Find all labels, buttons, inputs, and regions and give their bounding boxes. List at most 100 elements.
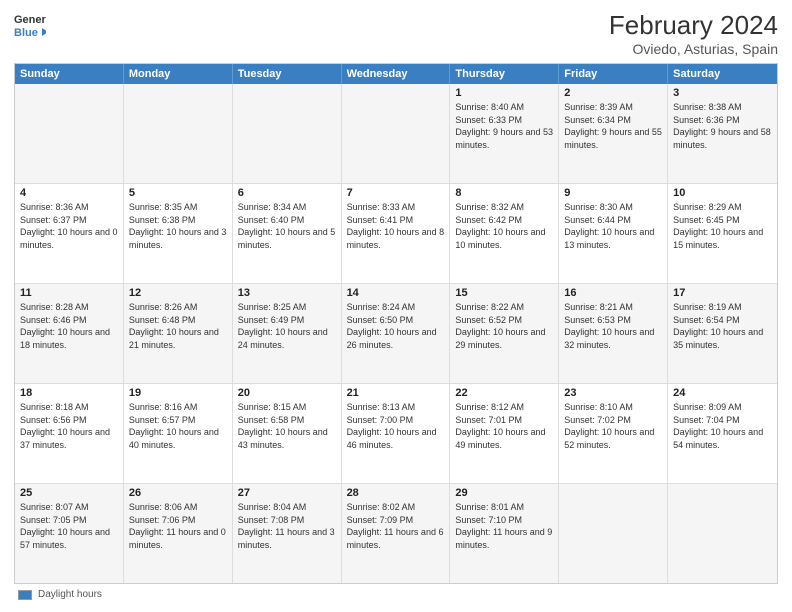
- calendar-cell: 5 Sunrise: 8:35 AM Sunset: 6:38 PM Daylig…: [124, 184, 233, 283]
- cell-date: 15: [455, 287, 553, 299]
- cell-date: 24: [673, 387, 772, 399]
- calendar-cell: 14Sunrise: 8:24 AM Sunset: 6:50 PM Dayli…: [342, 284, 451, 383]
- calendar-row-1: 4 Sunrise: 8:36 AM Sunset: 6:37 PM Daylig…: [15, 184, 777, 284]
- cell-info: Sunrise: 8:35 AM Sunset: 6:38 PM Dayligh…: [129, 201, 227, 251]
- cell-info: Sunrise: 8:30 AM Sunset: 6:44 PM Dayligh…: [564, 201, 662, 251]
- cell-date: 28: [347, 487, 445, 499]
- cell-info: Sunrise: 8:06 AM Sunset: 7:06 PM Dayligh…: [129, 501, 227, 551]
- cell-date: 14: [347, 287, 445, 299]
- calendar-title: February 2024: [609, 10, 778, 41]
- calendar-cell: 23 Sunrise: 8:10 AM Sunset: 7:02 PM Dayli…: [559, 384, 668, 483]
- calendar: SundayMondayTuesdayWednesdayThursdayFrid…: [14, 63, 778, 584]
- calendar-cell: [559, 484, 668, 583]
- calendar-cell: 22 Sunrise: 8:12 AM Sunset: 7:01 PM Dayli…: [450, 384, 559, 483]
- cell-date: 2: [564, 87, 662, 99]
- cell-info: Sunrise: 8:22 AM Sunset: 6:52 PM Dayligh…: [455, 301, 553, 351]
- calendar-cell: 6 Sunrise: 8:34 AM Sunset: 6:40 PM Daylig…: [233, 184, 342, 283]
- cell-date: 26: [129, 487, 227, 499]
- cell-info: Sunrise: 8:32 AM Sunset: 6:42 PM Dayligh…: [455, 201, 553, 251]
- calendar-cell: 13 Sunrise: 8:25 AM Sunset: 6:49 PM Dayli…: [233, 284, 342, 383]
- header-day-saturday: Saturday: [668, 64, 777, 84]
- calendar-cell: 7 Sunrise: 8:33 AM Sunset: 6:41 PM Daylig…: [342, 184, 451, 283]
- cell-info: Sunrise: 8:25 AM Sunset: 6:49 PM Dayligh…: [238, 301, 336, 351]
- header-day-friday: Friday: [559, 64, 668, 84]
- cell-date: 6: [238, 187, 336, 199]
- cell-info: Sunrise: 8:36 AM Sunset: 6:37 PM Dayligh…: [20, 201, 118, 251]
- calendar-cell: 11Sunrise: 8:28 AM Sunset: 6:46 PM Dayli…: [15, 284, 124, 383]
- calendar-row-3: 18Sunrise: 8:18 AM Sunset: 6:56 PM Dayli…: [15, 384, 777, 484]
- cell-date: 17: [673, 287, 772, 299]
- legend-label: Daylight hours: [38, 589, 102, 600]
- header-day-wednesday: Wednesday: [342, 64, 451, 84]
- cell-info: Sunrise: 8:33 AM Sunset: 6:41 PM Dayligh…: [347, 201, 445, 251]
- cell-date: 19: [129, 387, 227, 399]
- cell-info: Sunrise: 8:13 AM Sunset: 7:00 PM Dayligh…: [347, 401, 445, 451]
- header-day-tuesday: Tuesday: [233, 64, 342, 84]
- cell-date: 20: [238, 387, 336, 399]
- calendar-cell: [15, 84, 124, 183]
- calendar-cell: 4 Sunrise: 8:36 AM Sunset: 6:37 PM Daylig…: [15, 184, 124, 283]
- cell-info: Sunrise: 8:21 AM Sunset: 6:53 PM Dayligh…: [564, 301, 662, 351]
- cell-date: 3: [673, 87, 772, 99]
- title-block: February 2024 Oviedo, Asturias, Spain: [609, 10, 778, 57]
- calendar-row-2: 11Sunrise: 8:28 AM Sunset: 6:46 PM Dayli…: [15, 284, 777, 384]
- calendar-cell: 3 Sunrise: 8:38 AM Sunset: 6:36 PM Daylig…: [668, 84, 777, 183]
- legend-box: [18, 590, 32, 600]
- logo: General Blue: [14, 10, 46, 42]
- cell-date: 9: [564, 187, 662, 199]
- cell-info: Sunrise: 8:39 AM Sunset: 6:34 PM Dayligh…: [564, 101, 662, 151]
- cell-date: 27: [238, 487, 336, 499]
- calendar-cell: 2 Sunrise: 8:39 AM Sunset: 6:34 PM Daylig…: [559, 84, 668, 183]
- cell-date: 4: [20, 187, 118, 199]
- header: General Blue February 2024 Oviedo, Astur…: [14, 10, 778, 57]
- calendar-cell: 20 Sunrise: 8:15 AM Sunset: 6:58 PM Dayli…: [233, 384, 342, 483]
- cell-info: Sunrise: 8:04 AM Sunset: 7:08 PM Dayligh…: [238, 501, 336, 551]
- cell-date: 1: [455, 87, 553, 99]
- calendar-cell: 8Sunrise: 8:32 AM Sunset: 6:42 PM Daylig…: [450, 184, 559, 283]
- cell-info: Sunrise: 8:19 AM Sunset: 6:54 PM Dayligh…: [673, 301, 772, 351]
- cell-date: 10: [673, 187, 772, 199]
- cell-info: Sunrise: 8:12 AM Sunset: 7:01 PM Dayligh…: [455, 401, 553, 451]
- cell-info: Sunrise: 8:16 AM Sunset: 6:57 PM Dayligh…: [129, 401, 227, 451]
- calendar-cell: 29 Sunrise: 8:01 AM Sunset: 7:10 PM Dayli…: [450, 484, 559, 583]
- cell-info: Sunrise: 8:29 AM Sunset: 6:45 PM Dayligh…: [673, 201, 772, 251]
- cell-info: Sunrise: 8:40 AM Sunset: 6:33 PM Dayligh…: [455, 101, 553, 151]
- cell-info: Sunrise: 8:15 AM Sunset: 6:58 PM Dayligh…: [238, 401, 336, 451]
- header-day-sunday: Sunday: [15, 64, 124, 84]
- cell-info: Sunrise: 8:34 AM Sunset: 6:40 PM Dayligh…: [238, 201, 336, 251]
- cell-info: Sunrise: 8:26 AM Sunset: 6:48 PM Dayligh…: [129, 301, 227, 351]
- calendar-cell: 26 Sunrise: 8:06 AM Sunset: 7:06 PM Dayli…: [124, 484, 233, 583]
- svg-text:Blue: Blue: [14, 27, 38, 39]
- calendar-cell: 19 Sunrise: 8:16 AM Sunset: 6:57 PM Dayli…: [124, 384, 233, 483]
- calendar-cell: 12Sunrise: 8:26 AM Sunset: 6:48 PM Dayli…: [124, 284, 233, 383]
- calendar-cell: 21 Sunrise: 8:13 AM Sunset: 7:00 PM Dayli…: [342, 384, 451, 483]
- footer: Daylight hours: [14, 584, 778, 602]
- calendar-cell: 15 Sunrise: 8:22 AM Sunset: 6:52 PM Dayli…: [450, 284, 559, 383]
- cell-info: Sunrise: 8:38 AM Sunset: 6:36 PM Dayligh…: [673, 101, 772, 151]
- cell-date: 21: [347, 387, 445, 399]
- calendar-cell: 25 Sunrise: 8:07 AM Sunset: 7:05 PM Dayli…: [15, 484, 124, 583]
- cell-date: 5: [129, 187, 227, 199]
- cell-date: 22: [455, 387, 553, 399]
- header-day-monday: Monday: [124, 64, 233, 84]
- cell-info: Sunrise: 8:02 AM Sunset: 7:09 PM Dayligh…: [347, 501, 445, 551]
- svg-text:General: General: [14, 14, 46, 26]
- cell-info: Sunrise: 8:07 AM Sunset: 7:05 PM Dayligh…: [20, 501, 118, 551]
- header-day-thursday: Thursday: [450, 64, 559, 84]
- calendar-cell: [342, 84, 451, 183]
- calendar-cell: 18Sunrise: 8:18 AM Sunset: 6:56 PM Dayli…: [15, 384, 124, 483]
- calendar-row-0: 1 Sunrise: 8:40 AM Sunset: 6:33 PM Daylig…: [15, 84, 777, 184]
- cell-date: 25: [20, 487, 118, 499]
- calendar-cell: 27 Sunrise: 8:04 AM Sunset: 7:08 PM Dayli…: [233, 484, 342, 583]
- cell-info: Sunrise: 8:01 AM Sunset: 7:10 PM Dayligh…: [455, 501, 553, 551]
- calendar-cell: 1 Sunrise: 8:40 AM Sunset: 6:33 PM Daylig…: [450, 84, 559, 183]
- cell-info: Sunrise: 8:10 AM Sunset: 7:02 PM Dayligh…: [564, 401, 662, 451]
- cell-date: 7: [347, 187, 445, 199]
- cell-date: 13: [238, 287, 336, 299]
- cell-info: Sunrise: 8:09 AM Sunset: 7:04 PM Dayligh…: [673, 401, 772, 451]
- cell-date: 23: [564, 387, 662, 399]
- calendar-header: SundayMondayTuesdayWednesdayThursdayFrid…: [15, 64, 777, 84]
- calendar-cell: 17 Sunrise: 8:19 AM Sunset: 6:54 PM Dayli…: [668, 284, 777, 383]
- calendar-cell: 9 Sunrise: 8:30 AM Sunset: 6:44 PM Daylig…: [559, 184, 668, 283]
- cell-date: 29: [455, 487, 553, 499]
